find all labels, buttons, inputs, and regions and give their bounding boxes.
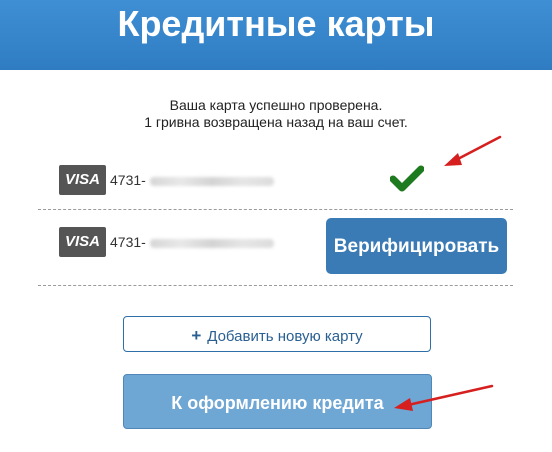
masked-card-digits (150, 239, 274, 248)
add-new-card-button[interactable]: + Добавить новую карту (123, 316, 431, 352)
divider (38, 209, 513, 210)
proceed-to-credit-button[interactable]: К оформлению кредита (123, 374, 432, 429)
add-new-card-label: Добавить новую карту (207, 328, 363, 345)
verify-button[interactable]: Верифицировать (326, 218, 507, 274)
plus-icon: + (191, 326, 202, 345)
card-number: 4731- (110, 234, 146, 250)
divider (38, 285, 513, 286)
masked-card-digits (150, 177, 274, 186)
card-row-unverified: VISA 4731- Верифицировать (38, 218, 513, 284)
verification-message-line1: Ваша карта успешно проверена. (169, 97, 383, 113)
verification-message-line2: 1 гривна возвращена назад на ваш счет. (144, 114, 408, 130)
visa-logo-icon: VISA (59, 165, 106, 195)
verification-message: Ваша карта успешно проверена. 1 гривна в… (0, 97, 552, 131)
page-header: Кредитные карты (0, 0, 552, 70)
checkmark-icon (390, 165, 424, 192)
annotation-arrow-icon (444, 135, 502, 166)
page-title: Кредитные карты (117, 3, 435, 44)
visa-logo-icon: VISA (59, 227, 106, 257)
annotation-arrow-icon (394, 384, 494, 411)
card-number: 4731- (110, 172, 146, 188)
